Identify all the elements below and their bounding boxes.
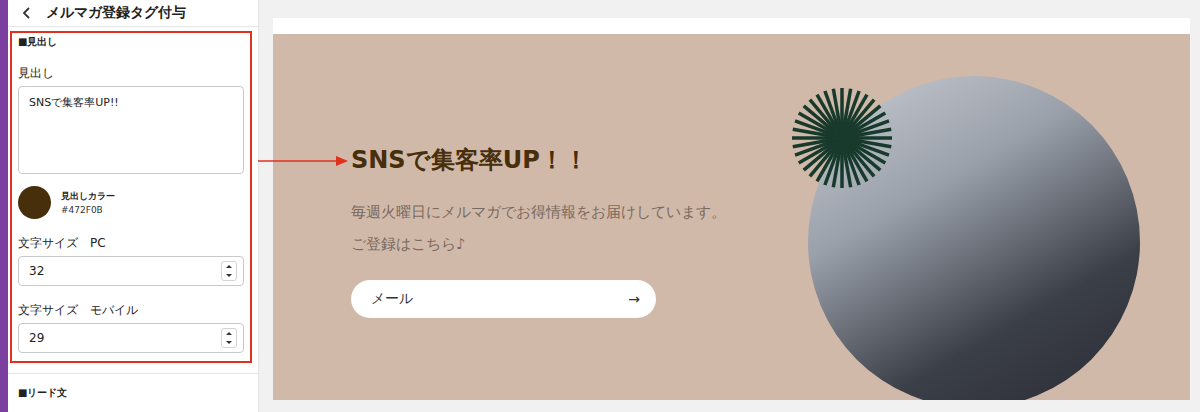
- sidebar-header: メルマガ登録タグ付与: [8, 0, 258, 27]
- submit-arrow[interactable]: →: [628, 291, 640, 307]
- pc-size-input[interactable]: 32: [18, 256, 244, 286]
- down-arrow-icon[interactable]: [222, 271, 236, 280]
- up-arrow-icon[interactable]: [222, 262, 236, 271]
- mobile-size-label: 文字サイズ モバイル: [18, 302, 244, 319]
- app-strip: [0, 0, 8, 412]
- starburst-icon: [790, 86, 894, 190]
- color-label: 見出しカラー: [61, 190, 115, 203]
- mobile-size-input[interactable]: 29: [18, 323, 244, 353]
- lead-line: 毎週火曜日にメルマガでお得情報をお届けしています。: [351, 196, 801, 228]
- lead-section-title: ■リード文: [8, 373, 258, 412]
- preview-canvas: SNSで集客率UP！！ 毎週火曜日にメルマガでお得情報をお届けしています。ご登録は…: [259, 0, 1200, 412]
- newsletter-banner: SNSで集客率UP！！ 毎週火曜日にメルマガでお得情報をお届けしています。ご登録は…: [273, 34, 1190, 400]
- lead-line: ご登録はこちら♪: [351, 228, 801, 260]
- banner-heading: SNSで集客率UP！！: [351, 142, 801, 178]
- email-input[interactable]: メール →: [351, 280, 656, 318]
- pc-size-label: 文字サイズ PC: [18, 235, 244, 252]
- heading-label: 見出し: [18, 65, 244, 82]
- chevron-left-icon[interactable]: [22, 6, 32, 20]
- banner-lead: 毎週火曜日にメルマガでお得情報をお届けしています。ご登録はこちら♪: [351, 196, 801, 260]
- email-placeholder: メール: [371, 290, 413, 308]
- down-arrow-icon[interactable]: [222, 338, 236, 347]
- color-value: #472F0B: [61, 205, 115, 215]
- up-arrow-icon[interactable]: [222, 329, 236, 338]
- settings-sidebar: メルマガ登録タグ付与 ■見出し見出し SNSで集客率UP!! 見出しカラー #472F0…: [8, 0, 259, 412]
- heading-settings: ■見出し見出し SNSで集客率UP!! 見出しカラー #472F0B 文字サイズ PC 3…: [10, 31, 252, 363]
- spinner[interactable]: [221, 261, 237, 281]
- section-title: ■見出し: [18, 35, 244, 65]
- color-swatch[interactable]: [18, 186, 51, 219]
- heading-color-row[interactable]: 見出しカラー #472F0B: [18, 186, 244, 219]
- red-arrow-icon: [258, 154, 350, 168]
- preview-top-strip: [273, 18, 1190, 34]
- heading-textarea[interactable]: SNSで集客率UP!!: [18, 86, 244, 174]
- sidebar-title: メルマガ登録タグ付与: [46, 4, 186, 22]
- spinner[interactable]: [221, 328, 237, 348]
- editor-screen: メルマガ登録タグ付与 ■見出し見出し SNSで集客率UP!! 見出しカラー #472F0…: [0, 0, 1200, 412]
